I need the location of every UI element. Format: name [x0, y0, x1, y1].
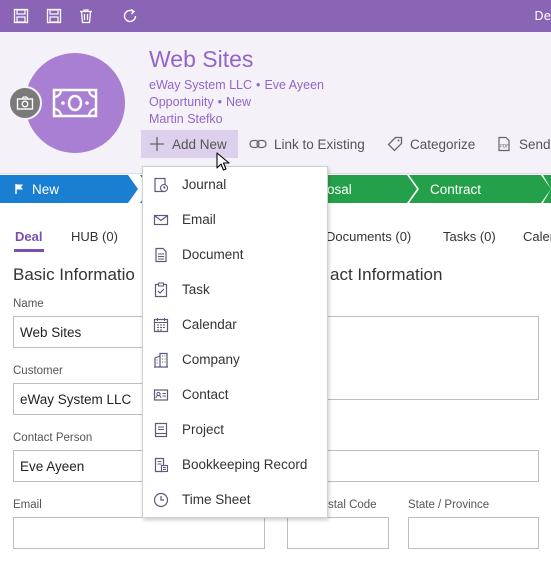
- contact-person-label: Contact Person: [13, 432, 93, 444]
- stage-new[interactable]: New: [14, 175, 59, 203]
- user-menu[interactable]: De: [534, 9, 551, 23]
- tab-active-indicator: [14, 249, 44, 252]
- link-to-existing-label: Link to Existing: [274, 136, 365, 152]
- menu-item-bookkeeping-record[interactable]: Bookkeeping Record: [143, 447, 327, 482]
- menu-item-time-sheet[interactable]: Time Sheet: [143, 482, 327, 517]
- menu-item-label: Document: [182, 247, 244, 262]
- email-label: Email: [13, 499, 42, 511]
- delete-icon[interactable]: [76, 6, 96, 26]
- menu-item-contact[interactable]: Contact: [143, 377, 327, 412]
- tab-tasks[interactable]: Tasks (0): [443, 229, 496, 244]
- money-icon: [52, 88, 98, 118]
- stage-new-label: New: [32, 181, 60, 197]
- menu-item-label: Calendar: [182, 317, 237, 332]
- section-contact-information: act Information: [330, 265, 443, 284]
- customer-label: Customer: [13, 365, 63, 377]
- menu-item-label: Company: [182, 352, 240, 367]
- menu-item-label: Email: [182, 212, 216, 227]
- email-field[interactable]: [13, 517, 265, 549]
- postal-code-field[interactable]: [287, 517, 389, 549]
- record-customer-line: eWay System LLC • Eve Ayeen: [149, 78, 324, 92]
- contact-icon: [152, 386, 170, 404]
- mouse-cursor-icon: [216, 152, 230, 171]
- company-icon: [152, 351, 170, 369]
- tab-calendar[interactable]: Calen: [523, 229, 551, 244]
- plus-icon: [150, 137, 164, 151]
- project-icon: [152, 421, 170, 439]
- record-state: New: [226, 95, 252, 109]
- menu-item-label: Contact: [182, 387, 229, 402]
- categorize-label: Categorize: [410, 136, 476, 152]
- journal-icon: [152, 176, 170, 194]
- record-header: Web Sites eWay System LLC • Eve Ayeen Oppo…: [0, 32, 551, 174]
- record-owner[interactable]: Martin Stefko: [149, 112, 223, 126]
- calendar-icon: [152, 316, 170, 334]
- name-field[interactable]: Web Sites: [13, 316, 143, 348]
- pdf-icon: PDF: [498, 136, 510, 152]
- tab-documents[interactable]: Documents (0): [326, 229, 411, 244]
- add-new-dropdown: Journal Email Document Task Calendar Com…: [142, 166, 328, 518]
- tab-deal[interactable]: Deal: [15, 229, 42, 244]
- send-button[interactable]: PDF Send: [496, 130, 551, 158]
- customer-field[interactable]: eWay System LLC: [13, 383, 143, 415]
- time-sheet-icon: [152, 491, 170, 509]
- email-icon: [152, 211, 170, 229]
- document-icon: [152, 246, 170, 264]
- customer-link[interactable]: eWay System LLC: [149, 78, 252, 92]
- menu-item-calendar[interactable]: Calendar: [143, 307, 327, 342]
- stage-contract-label: Contract: [430, 181, 482, 197]
- menu-item-document[interactable]: Document: [143, 237, 327, 272]
- link-icon: [249, 139, 267, 149]
- action-bar: Add New Link to Existing Categorize PDF …: [141, 130, 551, 158]
- state-label: State / Province: [408, 499, 490, 511]
- menu-item-company[interactable]: Company: [143, 342, 327, 377]
- record-type: Opportunity: [149, 95, 214, 109]
- contact-person-field[interactable]: Eve Ayeen: [13, 450, 143, 482]
- stage-proposal[interactable]: osal: [327, 175, 352, 203]
- menu-item-project[interactable]: Project: [143, 412, 327, 447]
- menu-item-journal[interactable]: Journal: [143, 167, 327, 202]
- stage-proposal-label: osal: [327, 181, 352, 197]
- state-field[interactable]: [408, 517, 539, 549]
- tab-hub[interactable]: HUB (0): [71, 229, 118, 244]
- menu-item-label: Time Sheet: [182, 492, 251, 507]
- add-new-label: Add New: [172, 136, 227, 152]
- menu-item-label: Bookkeeping Record: [182, 457, 308, 472]
- task-icon: [152, 281, 170, 299]
- refresh-icon[interactable]: [120, 6, 140, 26]
- menu-item-label: Project: [182, 422, 225, 437]
- section-basic-information: Basic Informatio: [13, 265, 135, 284]
- contact-link[interactable]: Eve Ayeen: [264, 78, 324, 92]
- menu-item-task[interactable]: Task: [143, 272, 327, 307]
- categorize-button[interactable]: Categorize: [387, 130, 475, 158]
- postal-code-label: stal Code: [328, 499, 377, 511]
- send-label: Send: [519, 136, 551, 152]
- camera-icon[interactable]: [8, 86, 42, 120]
- link-to-existing-button[interactable]: Link to Existing: [249, 130, 365, 158]
- name-label: Name: [13, 298, 44, 310]
- menu-item-label: Journal: [182, 177, 227, 192]
- menu-item-email[interactable]: Email: [143, 202, 327, 237]
- bookkeeping-icon: [152, 456, 170, 474]
- stage-contract[interactable]: Contract: [430, 175, 481, 203]
- record-type-line: Opportunity • New: [149, 95, 252, 109]
- save-icon[interactable]: [44, 6, 64, 26]
- tag-icon: [387, 136, 403, 152]
- top-toolbar: De: [0, 0, 551, 32]
- save-close-icon[interactable]: [11, 6, 31, 26]
- menu-item-label: Task: [182, 282, 210, 297]
- flag-icon: [15, 184, 23, 194]
- record-title: Web Sites: [149, 46, 254, 72]
- svg-text:PDF: PDF: [500, 144, 509, 150]
